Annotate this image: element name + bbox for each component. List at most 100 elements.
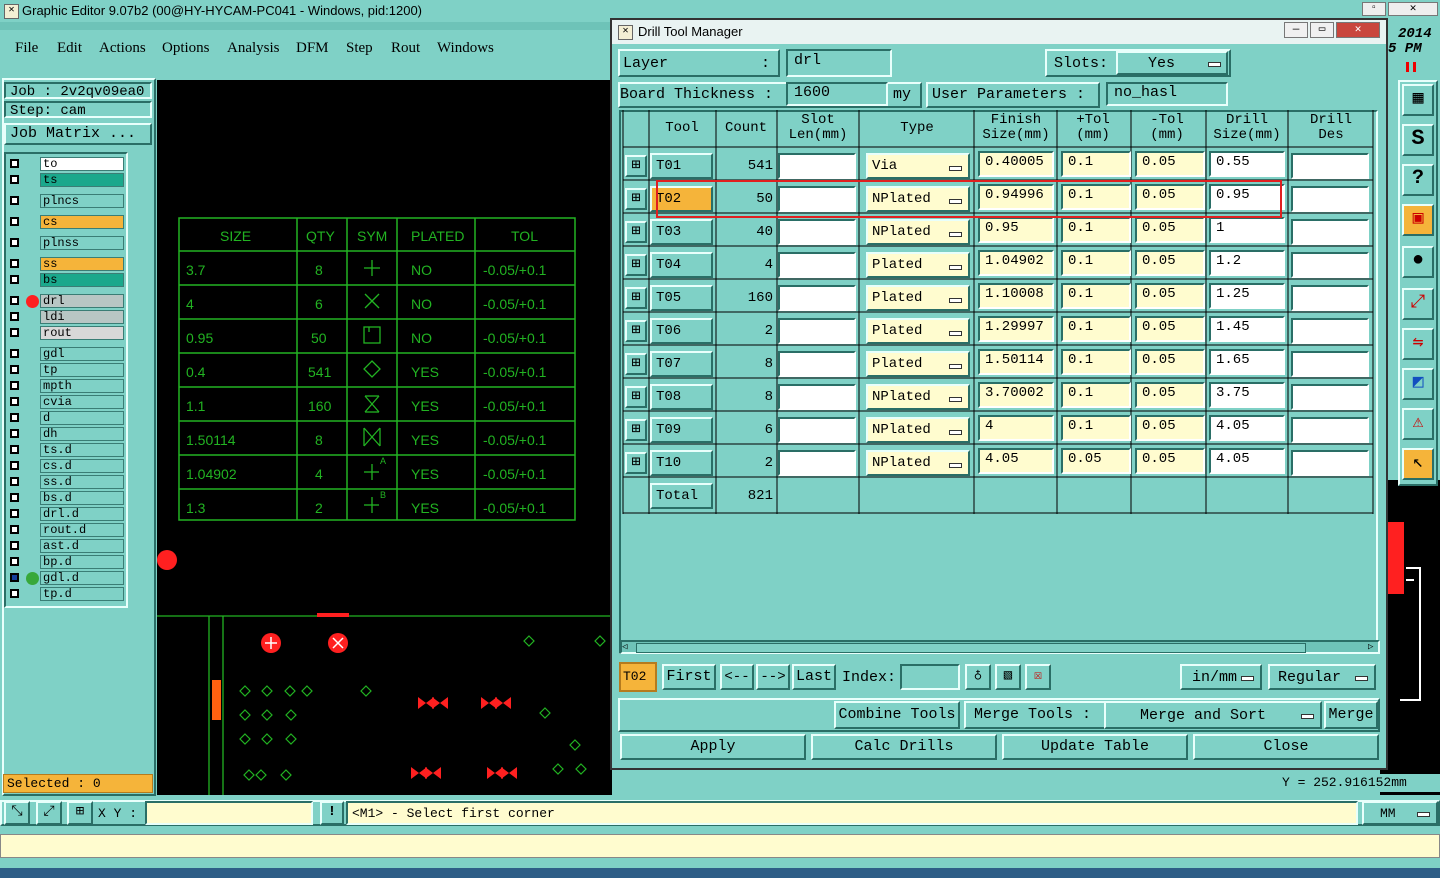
expand-tool-icon[interactable]: ⊞ [625, 320, 647, 342]
drill-icon[interactable]: ● [1402, 246, 1434, 278]
layer-row[interactable]: rout [6, 326, 124, 341]
finish-size-input[interactable]: 3.70002 [978, 382, 1054, 408]
layer-row[interactable]: gdl.d [6, 571, 124, 586]
scroll-thumb[interactable] [636, 643, 1306, 653]
calc-drills-button[interactable]: Calc Drills [811, 734, 997, 760]
layer-row[interactable]: ts [6, 173, 124, 188]
tool-name[interactable]: T05 [650, 285, 713, 311]
menu-windows[interactable]: Windows [437, 40, 494, 57]
layer-row[interactable]: plnss [6, 236, 124, 251]
type-dropdown[interactable]: NPlated [866, 219, 970, 245]
minus-tol-input[interactable]: 0.05 [1135, 283, 1205, 309]
menu-analysis[interactable]: Analysis [227, 40, 280, 57]
layer-name[interactable]: rout.d [40, 523, 124, 537]
drill-des-input[interactable] [1291, 252, 1369, 278]
dialog-minimize-button[interactable]: — [1284, 22, 1308, 38]
slot-len-input[interactable] [778, 285, 856, 311]
layer-input[interactable]: drl [786, 49, 892, 77]
layer-name[interactable]: drl.d [40, 507, 124, 521]
plus-tol-input[interactable]: 0.1 [1061, 283, 1131, 309]
layer-row[interactable]: cs [6, 215, 124, 230]
close-button[interactable]: Close [1193, 734, 1379, 760]
shapes-icon[interactable]: ◩ [1402, 368, 1434, 400]
tool-name[interactable]: T04 [650, 252, 713, 278]
layer-name[interactable]: bs [40, 273, 124, 287]
layer-name[interactable]: gdl [40, 347, 124, 361]
combine-tools-button[interactable]: Combine Tools [834, 701, 960, 729]
layer-checkbox[interactable] [10, 365, 19, 374]
type-dropdown[interactable]: Via [866, 153, 970, 179]
scroll-left-icon[interactable]: ◁ [622, 642, 632, 652]
zoom-fit-icon[interactable]: ⤡ [4, 801, 30, 825]
layer-row[interactable]: gdl [6, 347, 124, 362]
merge-button[interactable]: Merge [1324, 701, 1378, 729]
tool-name[interactable]: T10 [650, 450, 713, 476]
main-close-button[interactable]: ✕ [1388, 2, 1438, 16]
drill-des-input[interactable] [1291, 153, 1369, 179]
drill-des-input[interactable] [1291, 417, 1369, 443]
expand-tool-icon[interactable]: ⊞ [625, 419, 647, 441]
layer-row[interactable]: d [6, 411, 124, 426]
layer-name[interactable]: cs.d [40, 459, 124, 473]
layer-name[interactable]: tp [40, 363, 124, 377]
merge-dropdown[interactable]: Merge and Sort [1104, 701, 1322, 729]
drill-des-input[interactable] [1291, 384, 1369, 410]
job-matrix-button[interactable]: Job Matrix ... [4, 123, 152, 145]
layer-name[interactable]: ss [40, 257, 124, 271]
layer-checkbox[interactable] [10, 589, 19, 598]
plus-tol-input[interactable]: 0.1 [1061, 349, 1131, 375]
layer-row[interactable]: ts.d [6, 443, 124, 458]
expand-tool-icon[interactable]: ⊞ [625, 287, 647, 309]
layer-row[interactable]: to [6, 157, 124, 172]
drill-size-input[interactable]: 4.05 [1209, 448, 1285, 474]
layer-name[interactable]: plnss [40, 236, 124, 250]
layer-checkbox[interactable] [10, 259, 19, 268]
layer-checkbox[interactable] [10, 461, 19, 470]
drill-size-input[interactable]: 1.65 [1209, 349, 1285, 375]
drill-des-input[interactable] [1291, 450, 1369, 476]
tool-name[interactable]: T01 [650, 153, 713, 179]
pads-icon[interactable]: ▣ [1402, 204, 1434, 236]
drill-size-input[interactable]: 4.05 [1209, 415, 1285, 441]
type-dropdown[interactable]: Plated [866, 252, 970, 278]
cursor-icon[interactable]: ↖ [1402, 448, 1434, 480]
layer-checkbox[interactable] [10, 541, 19, 550]
plus-tol-input[interactable]: 0.1 [1061, 316, 1131, 342]
drill-size-input[interactable]: 0.55 [1209, 151, 1285, 177]
layer-row[interactable]: ldi [6, 310, 124, 325]
minus-tol-input[interactable]: 0.05 [1135, 316, 1205, 342]
mode-dropdown[interactable]: Regular [1268, 664, 1376, 690]
layer-checkbox[interactable] [10, 312, 19, 321]
snap-icon[interactable]: ⤢ [1402, 288, 1434, 320]
layer-checkbox[interactable] [10, 238, 19, 247]
layer-checkbox[interactable] [10, 477, 19, 486]
mirror-icon[interactable]: ⇋ [1402, 328, 1434, 360]
menu-actions[interactable]: Actions [99, 40, 146, 57]
type-dropdown[interactable]: Plated [866, 318, 970, 344]
finish-size-input[interactable]: 1.10008 [978, 283, 1054, 309]
tool-name[interactable]: T08 [650, 384, 713, 410]
finish-size-input[interactable]: 4.05 [978, 448, 1054, 474]
layer-checkbox[interactable] [10, 525, 19, 534]
expand-tool-icon[interactable]: ⊞ [625, 386, 647, 408]
help-icon[interactable]: ? [1402, 164, 1434, 196]
menu-dfm[interactable]: DFM [296, 40, 329, 57]
layer-checkbox[interactable] [10, 413, 19, 422]
type-dropdown[interactable]: NPlated [866, 417, 970, 443]
graphic-canvas[interactable]: SIZE QTY SYM PLATED TOL 3.7 8 NO -0.05/+… [157, 80, 612, 795]
drill-size-input[interactable]: 3.75 [1209, 382, 1285, 408]
grid-icon[interactable]: ⊞ [67, 801, 93, 825]
layer-checkbox[interactable] [10, 397, 19, 406]
layer-checkbox[interactable] [10, 296, 19, 305]
layer-row[interactable]: bs [6, 273, 124, 288]
finish-size-input[interactable]: 1.29997 [978, 316, 1054, 342]
layer-row[interactable]: ss.d [6, 475, 124, 490]
zoom-window-icon[interactable]: ⤢ [36, 801, 62, 825]
update-table-button[interactable]: Update Table [1002, 734, 1188, 760]
last-button[interactable]: Last [792, 664, 836, 690]
layer-checkbox[interactable] [10, 381, 19, 390]
type-dropdown[interactable]: NPlated [866, 450, 970, 476]
layer-name[interactable]: cvia [40, 395, 124, 409]
finish-size-input[interactable]: 0.40005 [978, 151, 1054, 177]
xy-input[interactable] [145, 801, 313, 825]
